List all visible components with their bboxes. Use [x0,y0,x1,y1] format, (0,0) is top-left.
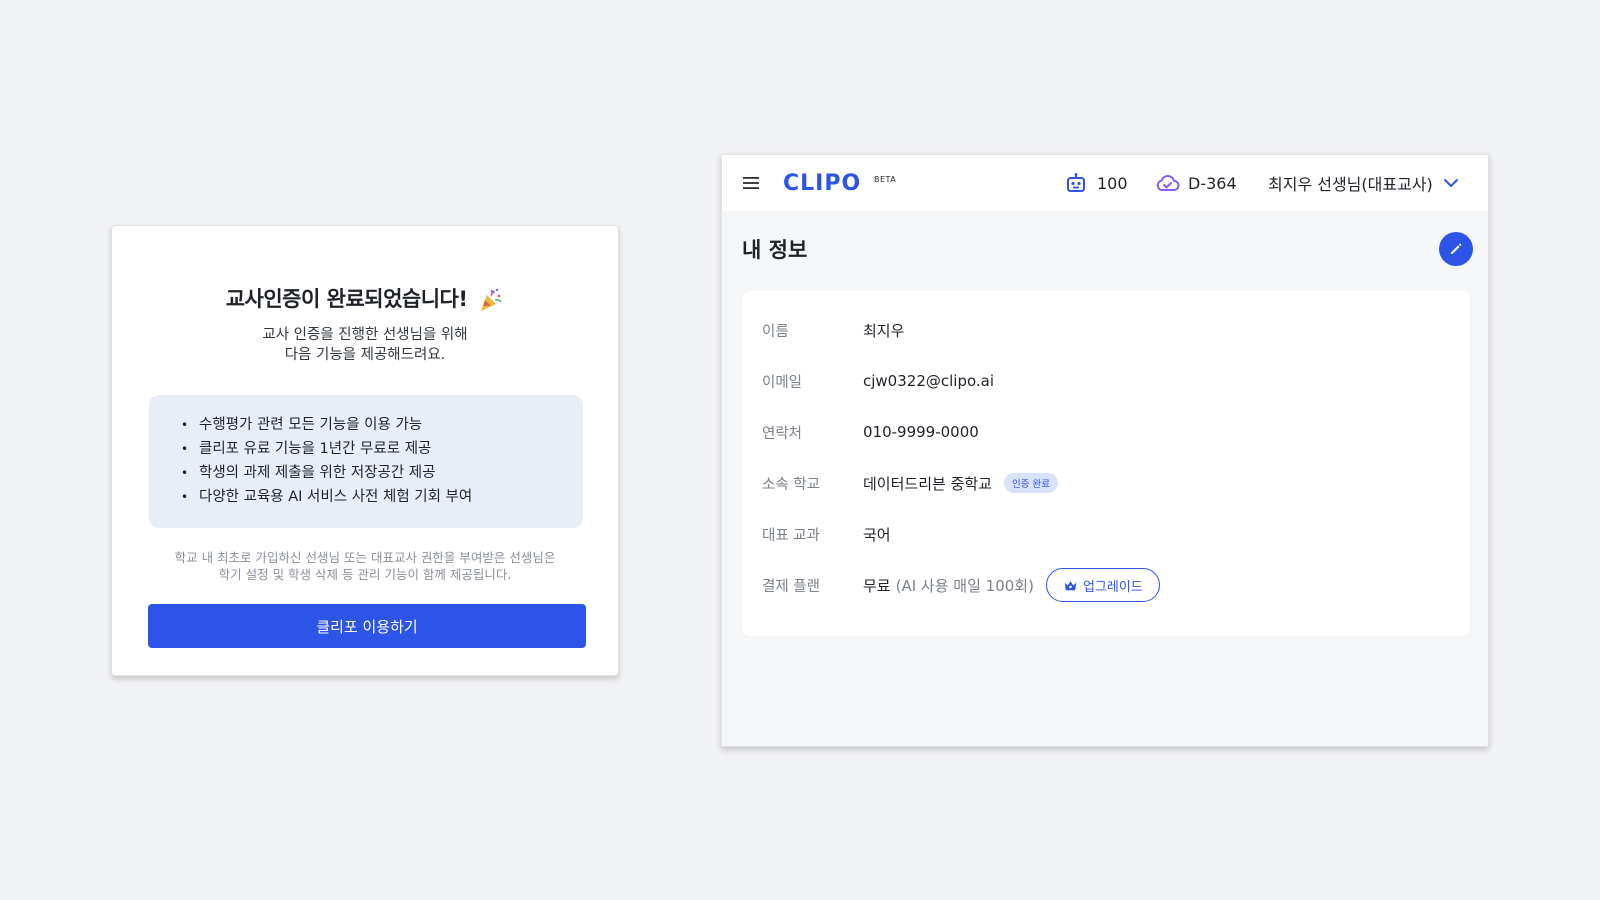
feature-item: 수행평가 관련 모든 기능을 이용 가능 [181,413,583,437]
user-name-label: 최지우 선생님(대표교사) [1268,175,1433,194]
app-window: CLIPO BETA 100 D-364 최지우 선생님(대표교사) 내 정보 … [721,154,1489,747]
feature-list: 수행평가 관련 모든 기능을 이용 가능 클리포 유료 기능을 1년간 무료로 … [181,413,583,509]
field-label: 소속 학교 [762,476,820,493]
feature-list-box: 수행평가 관련 모든 기능을 이용 가능 클리포 유료 기능을 1년간 무료로 … [149,395,583,528]
info-row-plan: 결제 플랜 무료 (AI 사용 매일 100회) 업그레이드 [742,568,1470,602]
feature-item: 클리포 유료 기능을 1년간 무료로 제공 [181,437,583,461]
field-value-email: cjw0322@clipo.ai [863,372,995,390]
storage-dday: D-364 [1154,172,1237,194]
crown-icon [1064,580,1077,590]
upgrade-label: 업그레이드 [1082,579,1143,595]
field-value-subject: 국어 [863,525,891,544]
feature-item: 학생의 과제 제출을 위한 저장공간 제공 [181,461,583,485]
upgrade-button[interactable]: 업그레이드 [1045,568,1160,602]
clipo-logo[interactable]: CLIPO [783,170,873,194]
dday-text: D-364 [1188,173,1237,193]
field-value-school: 데이터드리븐 중학교 인증 완료 [863,473,1058,494]
verification-complete-modal: 교사인증이 완료되었습니다! 교사 인증을 진행한 선생님을 위해 다음 기능을… [111,225,619,676]
feature-item: 다양한 교육용 AI 서비스 사전 체험 기회 부여 [181,485,583,509]
pencil-icon [1451,243,1462,254]
modal-subtitle-line: 다음 기능을 제공해드려요. [284,347,446,363]
field-label: 결제 플랜 [762,578,820,595]
modal-subtitle-line: 교사 인증을 진행한 선생님을 위해 [262,327,468,343]
modal-subtitle: 교사 인증을 진행한 선생님을 위해 다음 기능을 제공해드려요. [112,325,618,365]
plan-detail: (AI 사용 매일 100회) [895,576,1034,595]
profile-info-card: 이름 최지우 이메일 cjw0322@clipo.ai 연락처 010-9999… [742,291,1470,636]
modal-note-line: 학교 내 최초로 가입하신 선생님 또는 대표교사 권한을 부여받은 선생님은 [174,550,556,565]
field-label: 대표 교과 [762,527,820,544]
info-row-email: 이메일 cjw0322@clipo.ai [742,368,1470,394]
top-bar: CLIPO BETA 100 D-364 최지우 선생님(대표교사) [722,155,1488,211]
robot-icon [1067,173,1085,192]
field-label: 이메일 [762,374,803,391]
info-row-subject: 대표 교과 국어 [742,521,1470,547]
verified-badge: 인증 완료 [1003,473,1058,493]
cloud-check-icon [1156,175,1180,191]
school-name: 데이터드리븐 중학교 [863,474,992,493]
field-value-name: 최지우 [863,321,905,340]
modal-title: 교사인증이 완료되었습니다! [112,283,618,313]
modal-title-text: 교사인증이 완료되었습니다! [225,287,468,311]
field-label: 이름 [762,323,789,340]
field-value-plan: 무료 (AI 사용 매일 100회) 업그레이드 [863,568,1160,602]
party-popper-icon [481,288,502,311]
field-label: 연락처 [762,425,803,442]
logo-text: CLIPO [783,171,861,194]
user-menu[interactable]: 최지우 선생님(대표교사) [1268,172,1459,194]
field-value-phone: 010-9999-0000 [863,423,979,441]
modal-note-line: 학기 설정 및 학생 삭제 등 관리 기능이 함께 제공됩니다. [218,567,512,582]
page-title: 내 정보 [742,238,808,262]
info-row-name: 이름 최지우 [742,317,1470,343]
credits-count: 100 [1097,173,1128,193]
edit-profile-button[interactable] [1439,232,1473,266]
info-row-phone: 연락처 010-9999-0000 [742,419,1470,445]
chevron-down-icon[interactable] [1443,175,1459,191]
start-clipo-button[interactable]: 클리포 이용하기 [148,604,586,648]
hamburger-menu-icon[interactable] [742,174,760,192]
plan-name: 무료 [863,576,891,595]
beta-label: BETA [874,175,897,184]
ai-credits: 100 [1065,172,1128,194]
modal-note: 학교 내 최초로 가입하신 선생님 또는 대표교사 권한을 부여받은 선생님은 … [112,549,618,583]
info-row-school: 소속 학교 데이터드리븐 중학교 인증 완료 [742,470,1470,496]
